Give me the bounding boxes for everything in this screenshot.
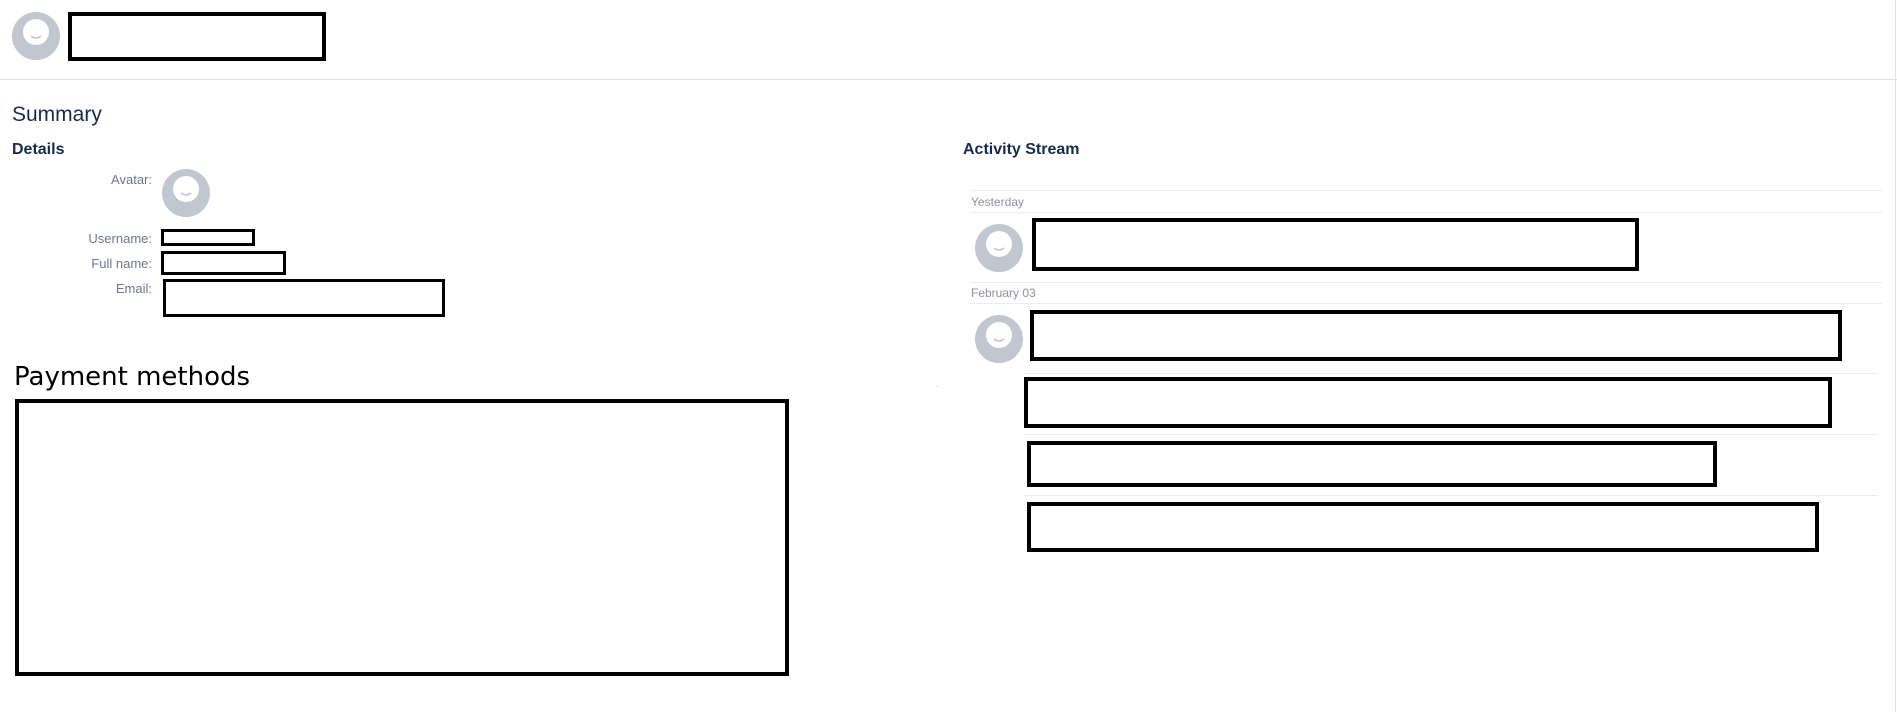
activity-date-feb03: February 03: [971, 286, 1036, 300]
activity-entry[interactable]: [1027, 502, 1819, 552]
column-separator-mark: [936, 386, 939, 387]
avatar-label: Avatar:: [111, 172, 152, 187]
fullname-label: Full name:: [91, 256, 152, 271]
email-label: Email:: [115, 281, 152, 296]
payment-methods-title: Payment methods: [14, 362, 251, 392]
activity-stream-title: Activity Stream: [963, 141, 1080, 158]
header-avatar-icon[interactable]: [12, 12, 60, 60]
page-edge-divider: [1895, 0, 1896, 712]
stream-divider: [1024, 373, 1878, 374]
details-title: Details: [12, 141, 65, 158]
activity-entry[interactable]: [1030, 310, 1842, 361]
stream-divider: [970, 282, 1882, 283]
payment-methods-content[interactable]: [15, 399, 789, 676]
email-value[interactable]: [163, 279, 445, 317]
stream-divider: [970, 212, 1882, 213]
stream-divider: [1024, 434, 1878, 435]
details-avatar-icon: [162, 169, 210, 217]
stream-divider: [970, 190, 1882, 191]
stream-divider: [1024, 495, 1878, 496]
header-divider: [0, 79, 1897, 80]
stream-divider: [970, 303, 1882, 304]
activity-entry[interactable]: [1027, 441, 1717, 487]
header-user-name[interactable]: [68, 12, 326, 61]
activity-date-yesterday: Yesterday: [971, 195, 1024, 209]
activity-avatar-icon[interactable]: [975, 224, 1023, 272]
username-value: [161, 229, 255, 246]
fullname-value: [161, 251, 286, 275]
activity-avatar-icon[interactable]: [975, 315, 1023, 363]
activity-entry[interactable]: [1032, 218, 1639, 271]
username-label: Username:: [88, 231, 152, 246]
activity-entry[interactable]: [1024, 377, 1832, 428]
summary-title: Summary: [12, 103, 102, 126]
